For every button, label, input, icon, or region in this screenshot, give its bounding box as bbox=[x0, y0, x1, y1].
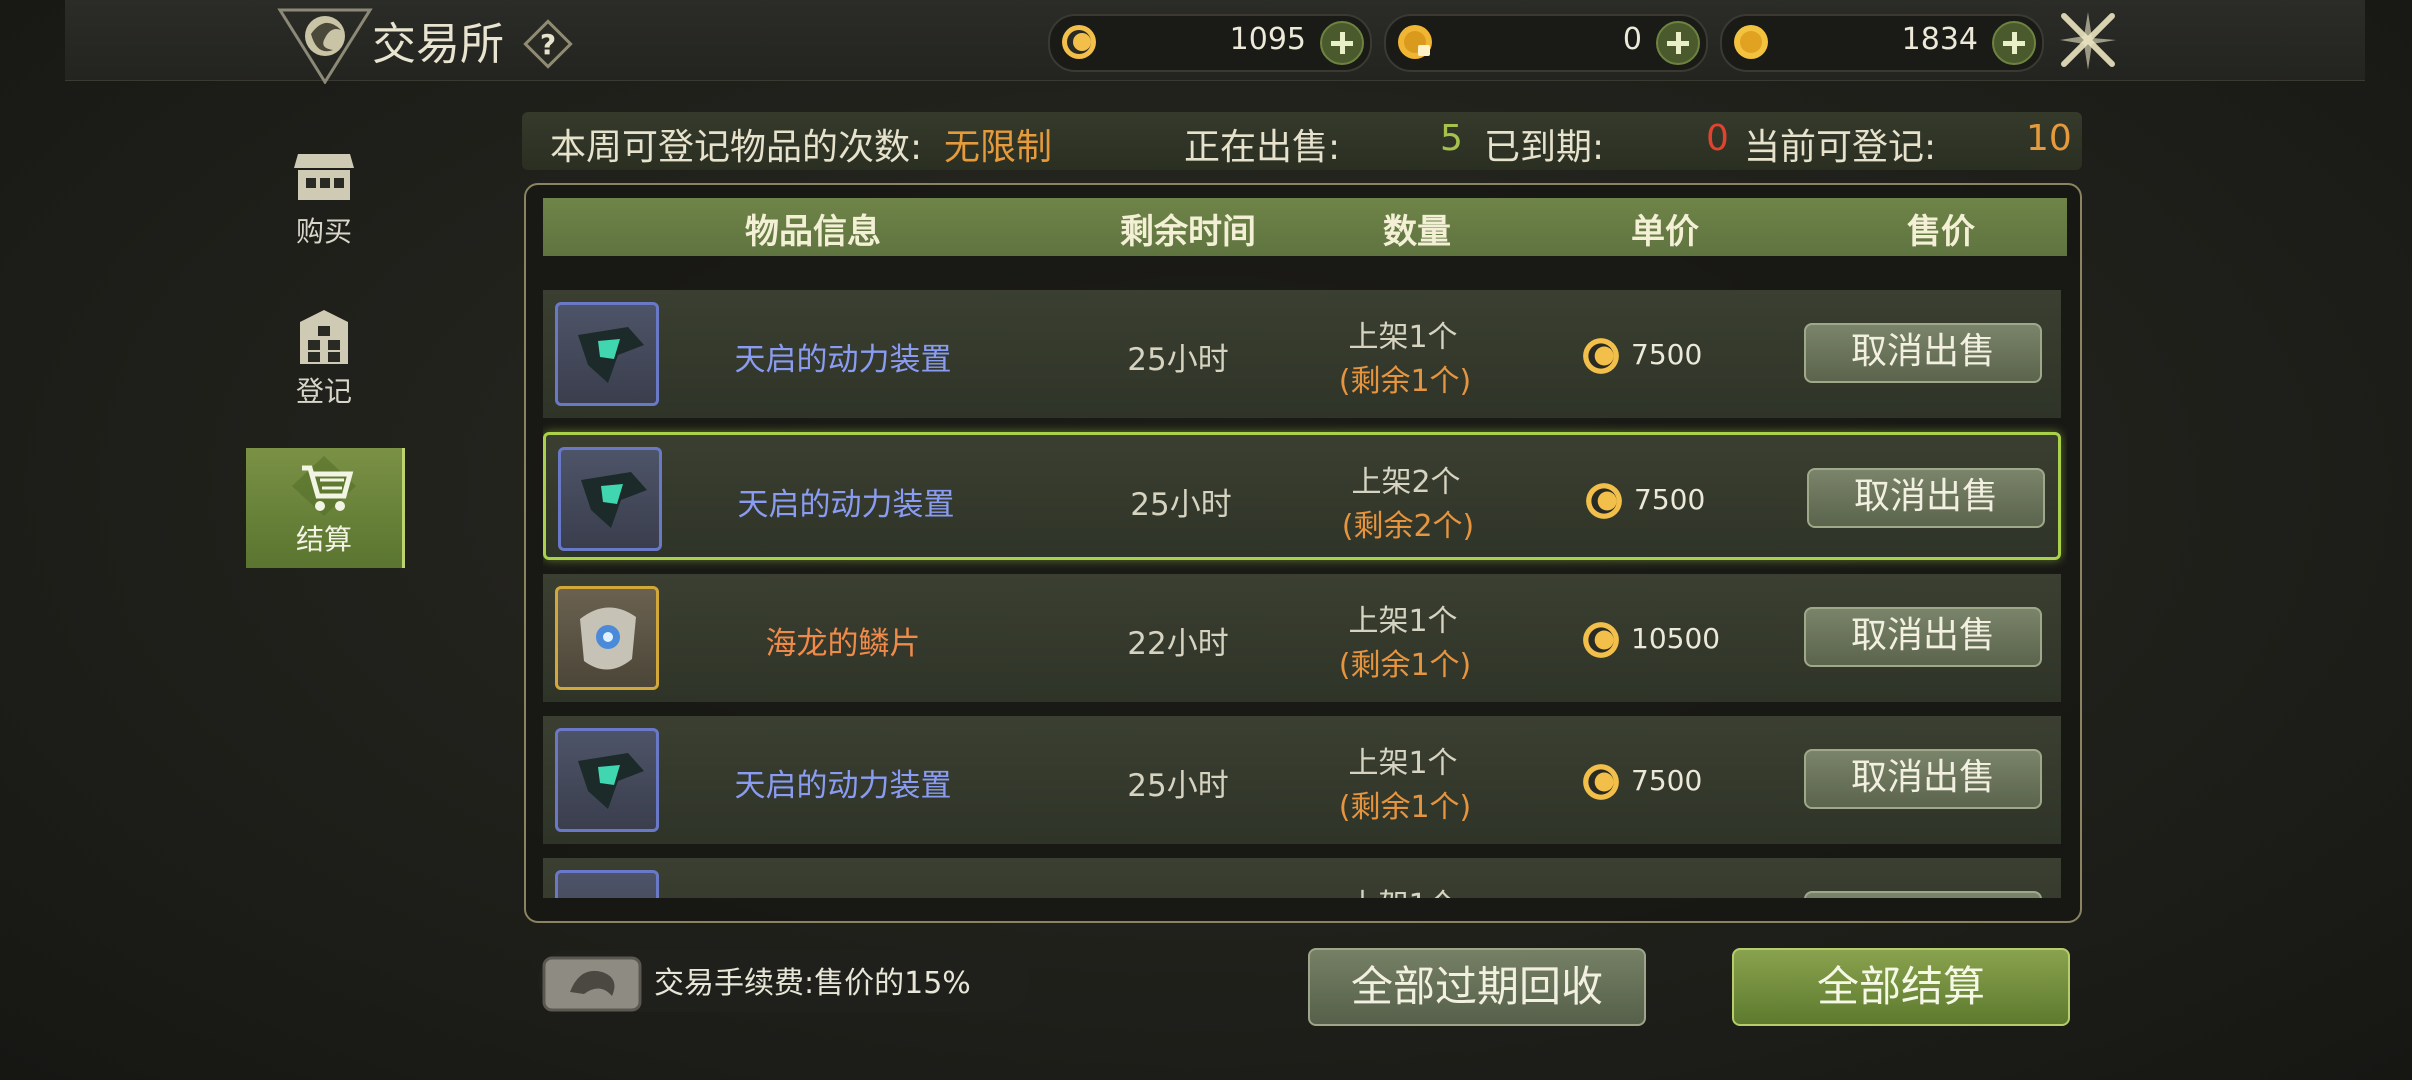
sea-dragon-scale-item-icon bbox=[555, 586, 659, 690]
available-count: 10 bbox=[2026, 118, 2072, 159]
silver-coin-icon bbox=[1583, 338, 1619, 374]
sidebar-item-label: 购买 bbox=[295, 215, 352, 248]
gold-lock-currency: 0 bbox=[1384, 14, 1708, 72]
expired-count: 0 bbox=[1706, 118, 1729, 159]
item-name: 海龙的鳞片 bbox=[765, 626, 921, 662]
table-row[interactable]: 天启的动力装置 25小时 上架1个 (剩余1个) 7500 取消出售 bbox=[543, 290, 2061, 418]
dragon-badge-icon bbox=[542, 956, 642, 1012]
quantity-remaining: (剩余1个) bbox=[1338, 648, 1472, 683]
silver-amount: 1095 bbox=[1229, 22, 1306, 57]
quantity-remaining: (剩余1个) bbox=[1338, 790, 1472, 825]
column-header-sale-price: 售价 bbox=[1907, 212, 1975, 252]
silver-coin-icon bbox=[1062, 25, 1096, 59]
cancel-sale-button[interactable]: 取消出售 bbox=[1804, 607, 2042, 667]
quantity-listed: 上架2个 bbox=[1351, 465, 1461, 500]
gold-currency: 1834 bbox=[1720, 14, 2044, 72]
unit-price: 7500 bbox=[1631, 338, 1703, 371]
register-icon bbox=[300, 310, 348, 364]
quantity-listed: 上架1个 bbox=[1348, 320, 1458, 355]
unit-price: 7500 bbox=[1634, 483, 1706, 516]
add-gold-lock-button[interactable] bbox=[1656, 21, 1700, 65]
reclaim-all-expired-button[interactable]: 全部过期回收 bbox=[1308, 948, 1646, 1026]
quantity-listed: 上架1个 bbox=[1348, 746, 1458, 781]
item-name: 天启的动力装置 bbox=[737, 487, 955, 523]
column-header-item: 物品信息 bbox=[745, 212, 881, 252]
table-row[interactable]: 天启的动力装置 25小时 上架2个 (剩余2个) 7500 取消出售 bbox=[543, 432, 2061, 560]
unit-price: 10500 bbox=[1631, 622, 1721, 655]
sidebar-item-settle[interactable]: 结算 bbox=[246, 448, 405, 568]
add-silver-button[interactable] bbox=[1320, 21, 1364, 65]
column-header-quantity: 数量 bbox=[1383, 212, 1451, 252]
item-name: 天启的动力装置 bbox=[734, 342, 952, 378]
silver-coin-icon bbox=[1583, 622, 1619, 658]
power-device-item-icon bbox=[558, 447, 662, 551]
page-title: 交易所 bbox=[372, 19, 504, 70]
remaining-time: 25小时 bbox=[1127, 768, 1229, 804]
power-device-item-icon bbox=[555, 870, 659, 898]
cancel-sale-button[interactable]: 取消出售 bbox=[1804, 323, 2042, 383]
item-name: 天启的动力装置 bbox=[734, 768, 952, 804]
quantity-remaining: (剩余2个) bbox=[1341, 509, 1475, 544]
weekly-limit-label: 本周可登记物品的次数: bbox=[550, 127, 923, 168]
sidebar-item-buy[interactable]: 购买 bbox=[246, 140, 402, 260]
remaining-time: 22小时 bbox=[1127, 626, 1229, 662]
sidebar-item-label: 登记 bbox=[295, 375, 352, 408]
fee-text: 交易手续费:售价的15% bbox=[654, 966, 971, 1001]
quantity-listed: 上架1个 bbox=[1348, 604, 1458, 639]
listings-list[interactable]: 天启的动力装置 25小时 上架1个 (剩余1个) 7500 取消出售 天启的动力… bbox=[543, 290, 2067, 898]
column-header-time: 剩余时间 bbox=[1120, 212, 1256, 252]
close-icon[interactable] bbox=[2058, 8, 2118, 72]
sidebar-item-register[interactable]: 登记 bbox=[246, 300, 402, 420]
unit-price: 7500 bbox=[1631, 764, 1703, 797]
column-header-unit-price: 单价 bbox=[1631, 212, 1699, 252]
table-row[interactable]: 天启的动力装置 25小时 上架1个 (剩余1个) 7500 取消出售 bbox=[543, 716, 2061, 844]
silver-currency: 1095 bbox=[1048, 14, 1372, 72]
table-header: 物品信息 剩余时间 数量 单价 售价 bbox=[543, 198, 2067, 256]
silver-coin-icon bbox=[1583, 764, 1619, 800]
svg-text:?: ? bbox=[540, 28, 556, 61]
selling-count: 5 bbox=[1440, 118, 1463, 159]
gold-lock-amount: 0 bbox=[1622, 22, 1642, 57]
add-gold-button[interactable] bbox=[1992, 21, 2036, 65]
power-device-item-icon bbox=[555, 302, 659, 406]
remaining-time: 25小时 bbox=[1127, 342, 1229, 378]
listing-stats-bar: 本周可登记物品的次数: 无限制 正在出售: 5 已到期: 0 当前可登记: 10 bbox=[522, 112, 2082, 170]
gold-coin-icon bbox=[1734, 25, 1768, 59]
shop-icon bbox=[294, 154, 354, 200]
sidebar-item-label: 结算 bbox=[295, 523, 352, 556]
silver-coin-icon bbox=[1586, 483, 1622, 519]
table-row[interactable]: 海龙的鳞片 22小时 上架1个 (剩余1个) 10500 取消出售 bbox=[543, 574, 2061, 702]
cart-icon bbox=[292, 456, 356, 516]
selling-label: 正在出售: bbox=[1184, 127, 1341, 168]
remaining-time: 25小时 bbox=[1130, 487, 1232, 523]
power-device-item-icon bbox=[555, 728, 659, 832]
table-row[interactable]: 上架1个 bbox=[543, 858, 2061, 898]
settle-all-button[interactable]: 全部结算 bbox=[1732, 948, 2070, 1026]
cancel-sale-button[interactable]: 取消出售 bbox=[1807, 468, 2045, 528]
gold-amount: 1834 bbox=[1901, 22, 1978, 57]
help-icon[interactable]: ? bbox=[522, 18, 574, 70]
cancel-sale-button[interactable] bbox=[1804, 891, 2042, 898]
quantity-remaining: (剩余1个) bbox=[1338, 364, 1472, 399]
dragon-logo-icon bbox=[277, 8, 373, 84]
quantity-listed: 上架1个 bbox=[1348, 880, 1457, 898]
available-label: 当前可登记: bbox=[1744, 127, 1937, 168]
expired-label: 已到期: bbox=[1484, 127, 1605, 168]
gold-lock-coin-icon bbox=[1398, 25, 1432, 59]
weekly-limit-value: 无限制 bbox=[944, 127, 1053, 168]
cancel-sale-button[interactable]: 取消出售 bbox=[1804, 749, 2042, 809]
